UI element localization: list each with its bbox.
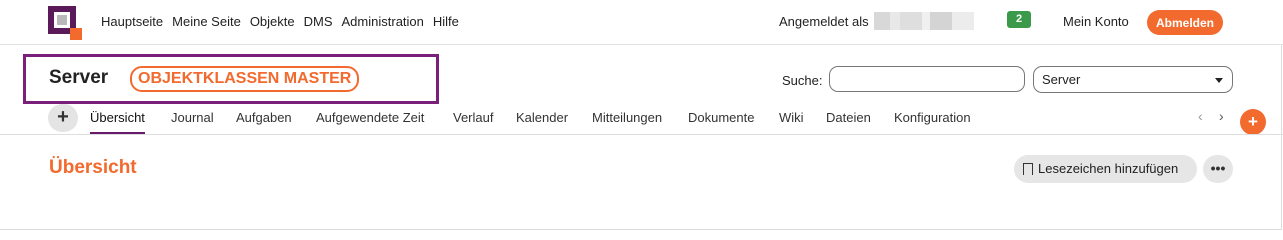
tab-kalender[interactable]: Kalender (516, 110, 568, 132)
logout-button[interactable]: Abmelden (1147, 10, 1223, 35)
top-navigation: Hauptseite Meine Seite Objekte DMS Administr… (101, 14, 468, 29)
search-input[interactable] (829, 66, 1025, 92)
nav-dms[interactable]: DMS (304, 14, 333, 29)
bookmark-icon (1023, 163, 1033, 175)
search-scope-select[interactable]: Server (1033, 66, 1233, 93)
new-item-plus-button[interactable]: + (48, 104, 78, 132)
tab-uebersicht[interactable]: Übersicht (90, 110, 145, 135)
object-class-badge: OBJEKTKLASSEN MASTER (130, 66, 360, 92)
more-actions-button[interactable]: ••• (1203, 155, 1233, 183)
redacted-username (874, 12, 974, 30)
nav-hilfe[interactable]: Hilfe (433, 14, 459, 29)
tabs-scroll-left-icon[interactable]: ‹ (1198, 108, 1203, 124)
tabs-scroll-right-icon[interactable]: › (1219, 108, 1224, 124)
tab-journal[interactable]: Journal (171, 110, 214, 132)
tab-dateien[interactable]: Dateien (826, 110, 871, 132)
nav-hauptseite[interactable]: Hauptseite (101, 14, 163, 29)
add-bookmark-label: Lesezeichen hinzufügen (1038, 161, 1179, 176)
tab-konfiguration[interactable]: Konfiguration (894, 110, 971, 132)
tab-aufgewendete-zeit[interactable]: Aufgewendete Zeit (316, 110, 424, 132)
add-plus-icon[interactable]: + (1240, 109, 1266, 135)
tab-mitteilungen[interactable]: Mitteilungen (592, 110, 662, 132)
search-scope-value: Server (1042, 72, 1081, 87)
nav-meine-seite[interactable]: Meine Seite (172, 14, 241, 29)
top-menu-bar: Hauptseite Meine Seite Objekte DMS Administr… (0, 0, 1283, 45)
tab-wiki[interactable]: Wiki (779, 110, 804, 132)
page-title: Server (49, 67, 109, 88)
chevron-down-icon (1215, 78, 1223, 83)
section-heading: Übersicht (49, 157, 137, 178)
tab-aufgaben[interactable]: Aufgaben (236, 110, 292, 132)
search-label: Suche: (782, 73, 823, 88)
tabs-divider (0, 134, 1283, 135)
add-bookmark-button[interactable]: Lesezeichen hinzufügen (1014, 155, 1197, 183)
nav-objekte[interactable]: Objekte (250, 14, 295, 29)
logged-in-label: Angemeldet als (779, 14, 869, 29)
app-logo-icon[interactable] (48, 6, 82, 40)
tab-verlauf[interactable]: Verlauf (453, 110, 493, 132)
tab-dokumente[interactable]: Dokumente (688, 110, 754, 132)
my-account-link[interactable]: Mein Konto (1063, 14, 1129, 29)
notification-badge[interactable]: 2 (1007, 11, 1031, 28)
nav-administration[interactable]: Administration (342, 14, 424, 29)
